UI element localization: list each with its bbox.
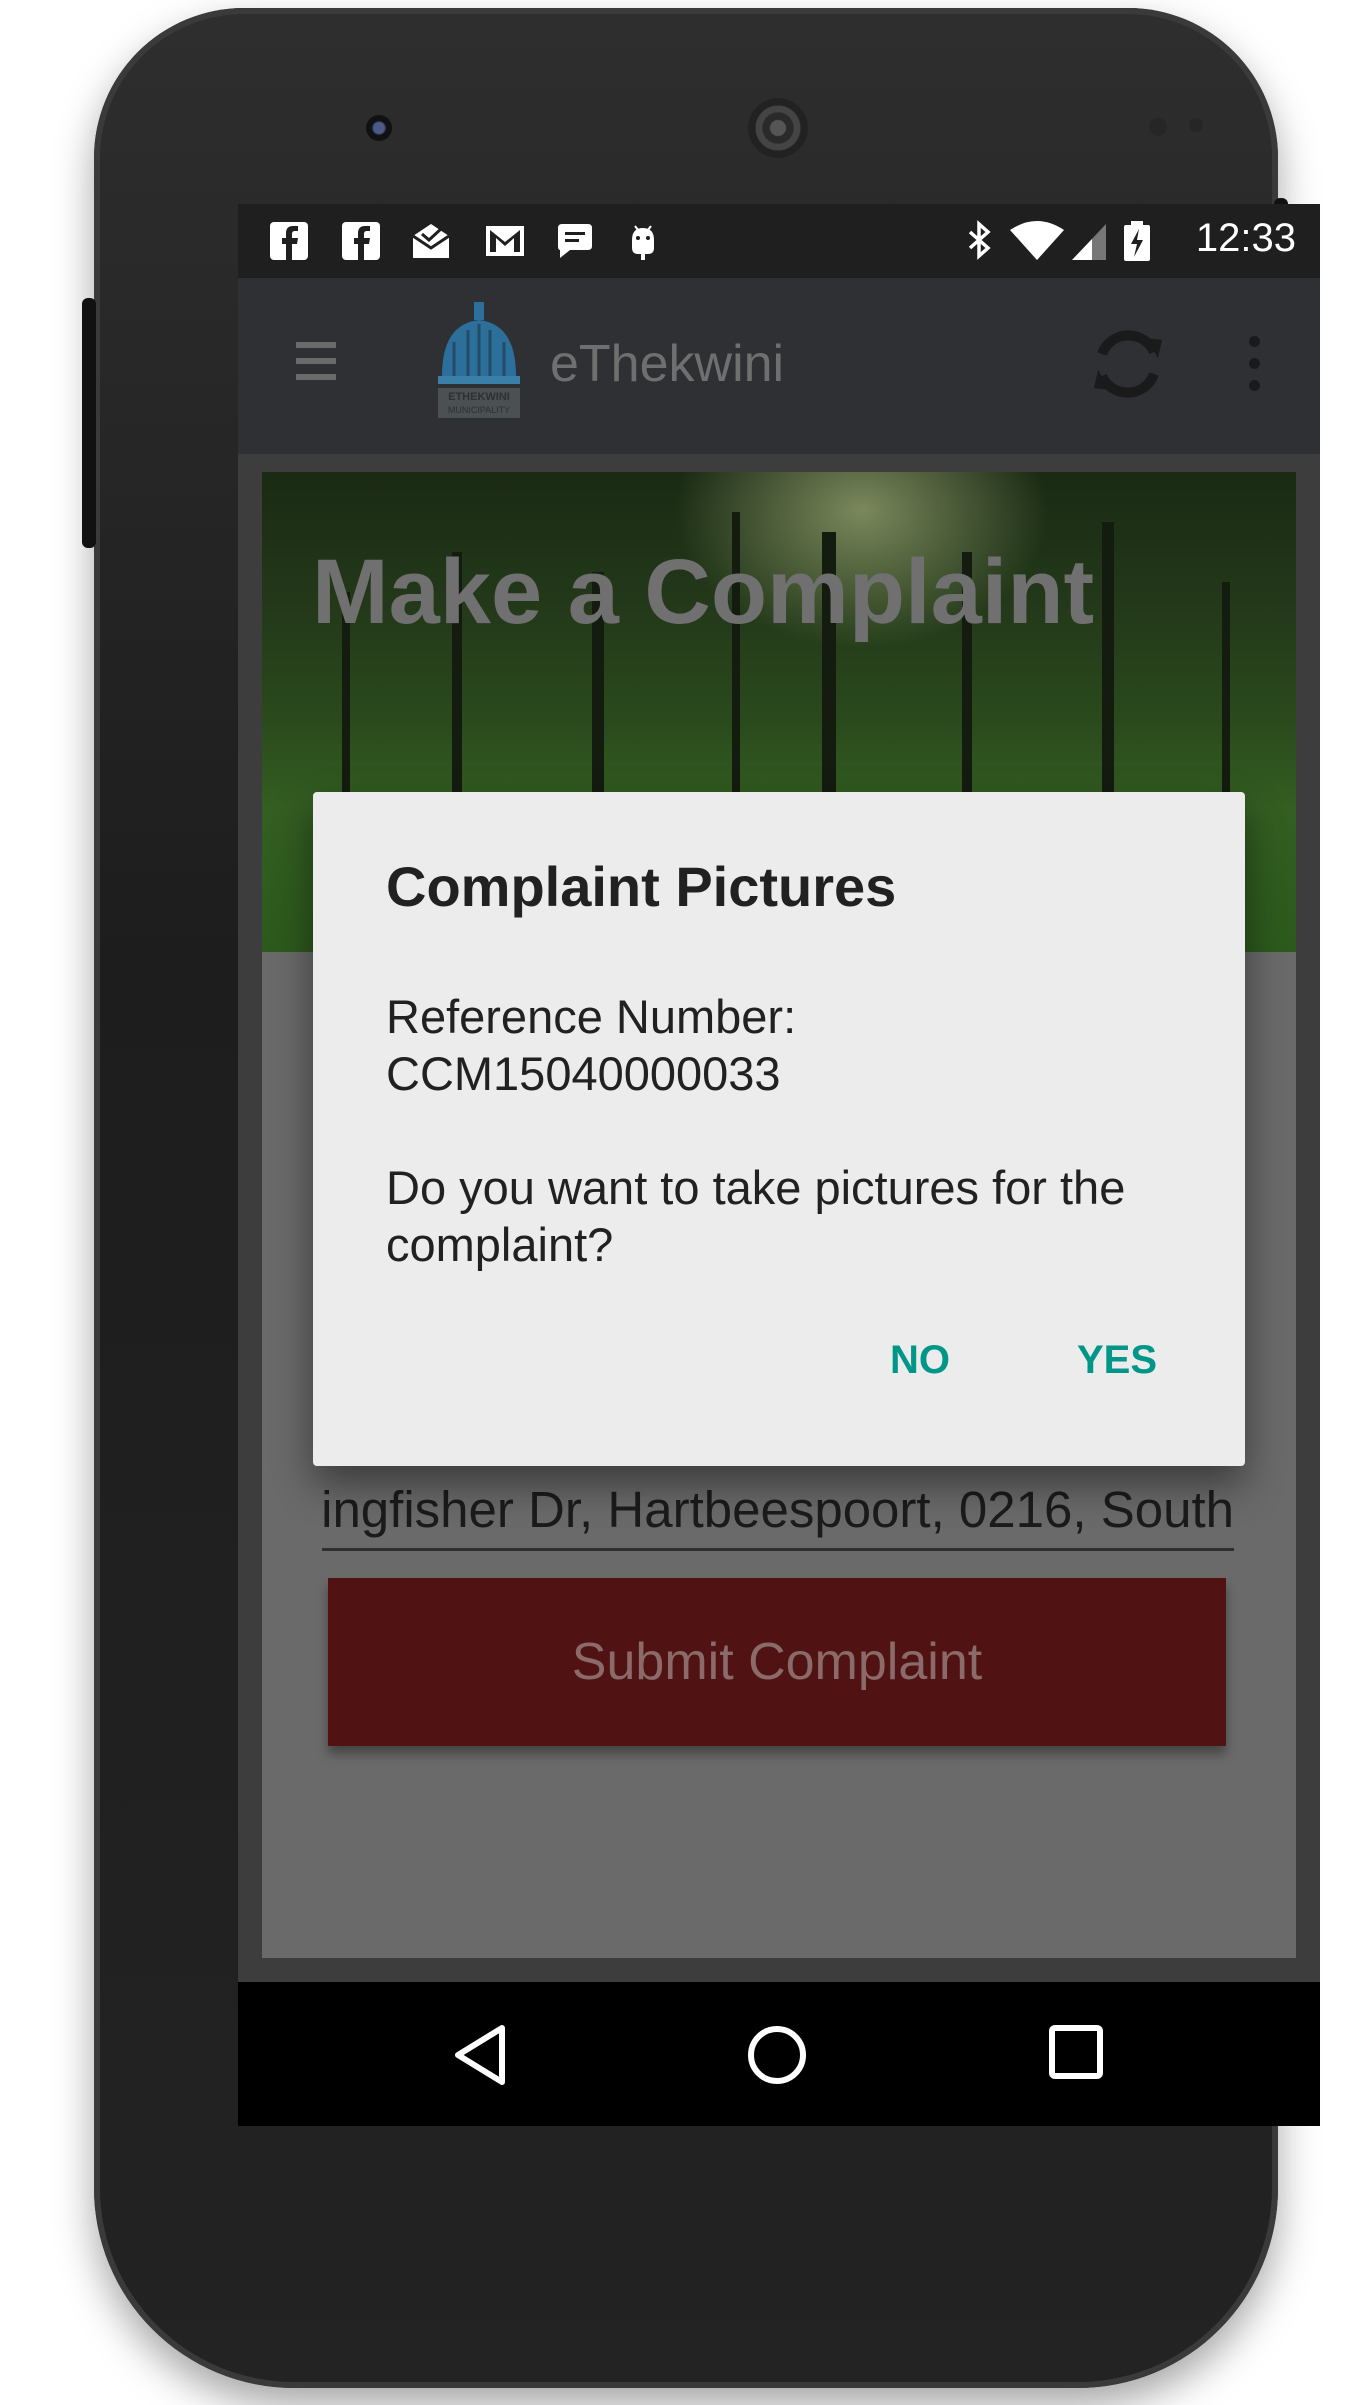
front-camera: [366, 115, 392, 141]
complaint-pictures-dialog: Complaint Pictures Reference Number: CCM…: [313, 792, 1245, 1466]
chat-icon: [558, 224, 592, 258]
no-button[interactable]: NO: [890, 1338, 950, 1383]
light-sensor: [1189, 118, 1203, 132]
back-icon[interactable]: [450, 2024, 510, 2086]
dialog-title: Complaint Pictures: [386, 855, 897, 918]
yes-button[interactable]: YES: [1077, 1338, 1157, 1383]
svg-text:MUNICIPALITY: MUNICIPALITY: [448, 405, 510, 415]
earpiece-speaker: [748, 98, 808, 158]
recents-icon[interactable]: [1048, 2024, 1104, 2080]
menu-icon[interactable]: [296, 342, 336, 386]
gmail-icon: [486, 226, 524, 256]
status-bar: 12:33: [238, 204, 1320, 278]
cell-signal-icon: [1072, 224, 1106, 260]
proximity-sensor: [1149, 118, 1167, 136]
facebook-icon: [270, 222, 308, 260]
home-icon[interactable]: [746, 2024, 808, 2086]
app-title: eThekwini: [550, 335, 785, 393]
app-bar: ETHEKWINI MUNICIPALITY eThekwini: [238, 278, 1320, 454]
page-title: Make a Complaint: [312, 541, 1095, 643]
clock: 12:33: [1195, 216, 1296, 260]
more-options-icon[interactable]: [1244, 336, 1264, 396]
device-screen: 12:33 ETHEKWINI MUNICIPALITY eThekwini M…: [238, 204, 1320, 2126]
wifi-icon: [1010, 221, 1064, 260]
reference-number: CCM15040000033: [386, 1047, 781, 1100]
dialog-message: Reference Number: CCM15040000033 Do you …: [386, 988, 1186, 1273]
svg-text:ETHEKWINI: ETHEKWINI: [448, 391, 510, 403]
reference-label: Reference Number:: [386, 990, 797, 1043]
refresh-icon[interactable]: [1086, 322, 1170, 406]
address-field[interactable]: 18 Kingfisher Dr, Hartbeespoort, 0216, S…: [322, 1480, 1234, 1551]
navigation-bar: [238, 1982, 1320, 2126]
battery-charging-icon: [1124, 221, 1150, 261]
phone-frame: 12:33 ETHEKWINI MUNICIPALITY eThekwini M…: [82, 8, 1320, 2388]
bluetooth-icon: [968, 220, 991, 260]
dialog-question: Do you want to take pictures for the com…: [386, 1161, 1126, 1271]
municipality-logo: ETHEKWINI MUNICIPALITY: [438, 302, 520, 418]
mail-icon: [412, 224, 450, 258]
android-debug-icon: [632, 225, 654, 260]
address-value: 18 Kingfisher Dr, Hartbeespoort, 0216, S…: [322, 1481, 1234, 1538]
submit-complaint-button[interactable]: Submit Complaint: [328, 1578, 1226, 1746]
volume-button: [82, 298, 96, 548]
facebook-icon: [342, 222, 380, 260]
